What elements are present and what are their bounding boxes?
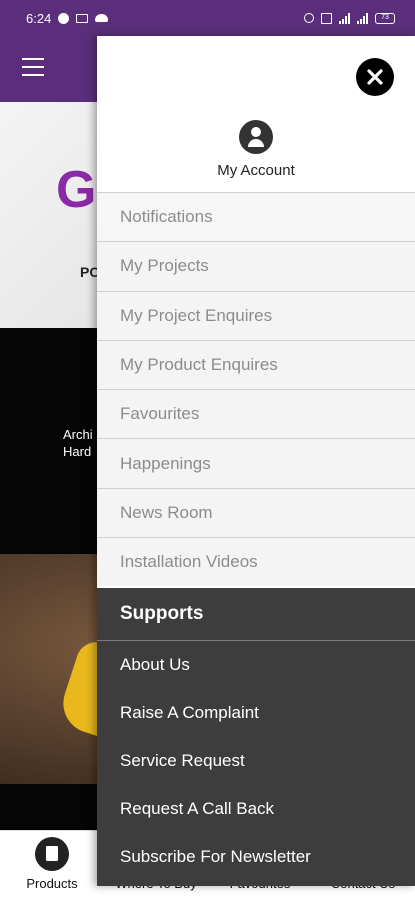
close-drawer-button[interactable] [356,58,394,96]
menu-item-news-room[interactable]: News Room [97,487,415,538]
nav-item-products[interactable]: Products [0,831,104,900]
support-item-about-us[interactable]: About Us [97,641,415,689]
cloud-icon [95,14,109,22]
menu-item-notifications[interactable]: Notifications [97,192,415,242]
status-time: 6:24 [26,10,52,26]
wifi-calling-icon [58,12,70,24]
supports-section: Supports About Us Raise A Complaint Serv… [97,588,415,886]
promo-text: Archi Hard [63,426,93,460]
support-item-request-call-back[interactable]: Request A Call Back [97,785,415,833]
menu-item-installation-videos[interactable]: Installation Videos [97,537,415,587]
supports-heading: Supports [97,588,415,641]
my-account-link[interactable]: My Account [97,120,415,192]
nav-label-products: Products [26,876,78,891]
volte-icon [321,12,332,24]
battery-icon: 73 [375,12,395,24]
support-item-raise-complaint[interactable]: Raise A Complaint [97,689,415,737]
products-icon [35,837,69,871]
status-bar: 6:24 73 [0,0,415,36]
signal-icon [339,12,350,24]
app-screen: 6:24 73 GI PO Archi Hard Products My Acc… [0,0,415,900]
menu-item-happenings[interactable]: Happenings [97,438,415,488]
menu-item-my-product-enquires[interactable]: My Product Enquires [97,339,415,390]
account-icon [239,120,273,154]
account-label: My Account [217,162,295,179]
support-item-subscribe-newsletter[interactable]: Subscribe For Newsletter [97,833,415,881]
status-left: 6:24 [26,10,109,26]
menu-item-my-projects[interactable]: My Projects [97,241,415,291]
promo-text-line2: Hard [63,444,92,459]
screen-icon [76,13,89,23]
navigation-drawer: My Account Notifications My Projects My … [97,36,415,886]
menu-item-favourites[interactable]: Favourites [97,389,415,439]
hamburger-menu-icon[interactable] [22,58,44,76]
support-item-service-request[interactable]: Service Request [97,737,415,785]
drawer-menu-list: Notifications My Projects My Project Enq… [97,192,415,587]
status-right: 73 [304,12,395,24]
menu-item-my-project-enquires[interactable]: My Project Enquires [97,290,415,340]
signal-icon-2 [357,12,368,24]
promo-text-line1: Archi [63,427,93,442]
alarm-icon [304,13,314,23]
close-icon [367,69,383,85]
